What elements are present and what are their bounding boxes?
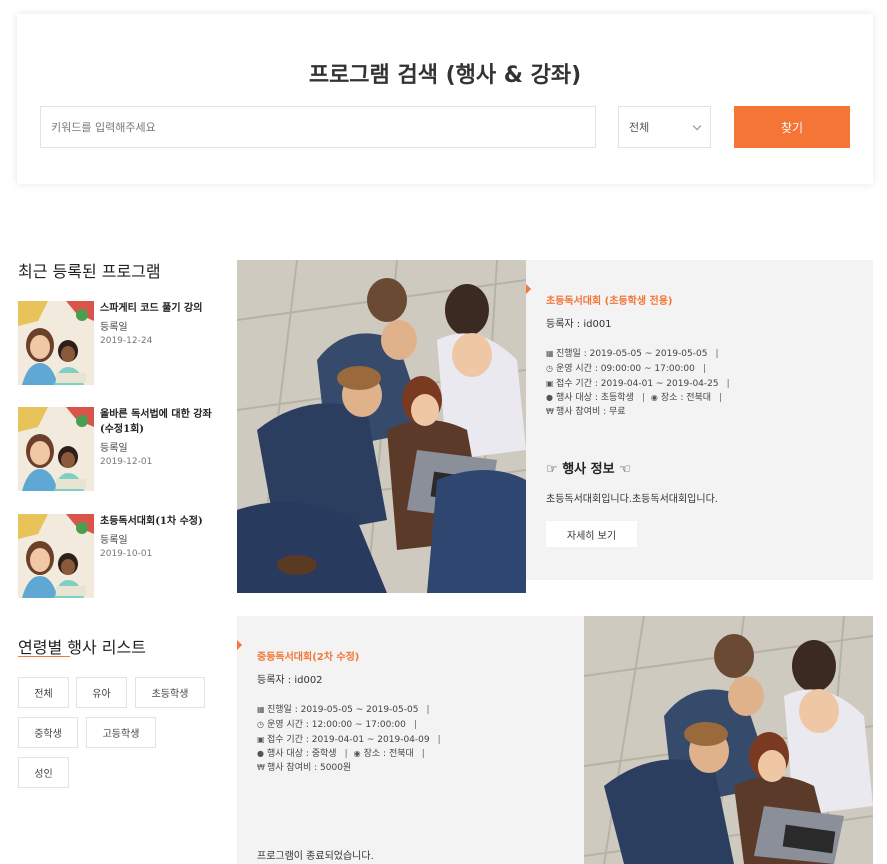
recent-program-item[interactable]: 초등독서대회(1차 수정) 등록일 2019-10-01 — [18, 514, 218, 598]
program-registrant: 등록자 : id002 — [257, 675, 323, 686]
won-icon: ₩ — [257, 763, 265, 772]
category-select[interactable]: 전체 — [618, 106, 711, 148]
program-reception-line: ▣ 접수 기간 : 2019-04-01 ~ 2019-04-09 | — [257, 735, 441, 745]
title-underline — [18, 656, 70, 657]
recent-program-thumbnail — [18, 514, 94, 598]
calendar-check-icon: ▣ — [257, 735, 265, 744]
map-marker-icon: ◉ — [650, 393, 658, 402]
caret-right-icon — [526, 284, 531, 294]
hand-point-left-icon: ☜ — [619, 462, 631, 477]
recent-program-date-label: 등록일 — [100, 535, 128, 546]
age-list-title: 연령별 행사 리스트 — [18, 638, 146, 657]
search-title: 프로그램 검색 (행사 & 강좌) — [308, 63, 582, 88]
program-name[interactable]: 중등독서대회(2차 수정) — [257, 648, 359, 663]
recent-program-date: 2019-10-01 — [100, 549, 153, 559]
calendar-icon: ▦ — [257, 705, 265, 714]
program-period: 진행일 : 2019-05-05 ~ 2019-05-05 — [267, 705, 419, 715]
recent-program-date: 2019-12-01 — [100, 457, 153, 467]
age-filter-high[interactable]: 고등학생 — [86, 717, 156, 748]
hand-point-right-icon: ☞ — [546, 462, 558, 477]
age-filter-toddler[interactable]: 유아 — [76, 677, 127, 708]
program-fee: 행사 참여비 : 5000원 — [267, 763, 352, 773]
recent-program-thumbnail — [18, 301, 94, 385]
view-details-button[interactable]: 자세히 보기 — [546, 521, 637, 547]
recent-program-thumbnail — [18, 407, 94, 491]
recent-program-name: 초등독서대회(1차 수정) — [100, 516, 203, 527]
recent-program-date-label: 등록일 — [100, 322, 128, 333]
program-name[interactable]: 초등독서대회 (초등학생 전용) — [546, 292, 673, 307]
calendar-check-icon: ▣ — [546, 379, 554, 388]
program-place: 장소 : 전북대 — [660, 393, 712, 403]
age-filter-all[interactable]: 전체 — [18, 677, 69, 708]
program-hours-line: ◷ 운영 시간 : 09:00:00 ~ 17:00:00 | — [546, 364, 706, 374]
recent-programs-title: 최근 등록된 프로그램 — [18, 262, 161, 281]
calendar-icon: ▦ — [546, 349, 554, 358]
user-icon: ● — [546, 393, 553, 402]
program-reception: 접수 기간 : 2019-04-01 ~ 2019-04-09 — [267, 735, 430, 745]
recent-program-item[interactable]: 스파게티 코드 풀기 강의 등록일 2019-12-24 — [18, 301, 218, 385]
clock-icon: ◷ — [257, 720, 264, 729]
program-period-line: ▦ 진행일 : 2019-05-05 ~ 2019-05-05 | — [546, 349, 719, 359]
won-icon: ₩ — [546, 407, 554, 416]
search-button[interactable]: 찾기 — [734, 106, 850, 148]
program-fee-line: ₩ 행사 참여비 : 무료 — [546, 404, 626, 417]
age-filter-adult[interactable]: 성인 — [18, 757, 69, 788]
program-info-panel: 초등독서대회 (초등학생 전용) 등록자 : id001 ▦ 진행일 : 2019… — [526, 260, 873, 580]
program-reception: 접수 기간 : 2019-04-01 ~ 2019-04-25 — [556, 379, 719, 389]
event-info-heading: ☞ 행사 정보 ☜ — [546, 458, 631, 477]
age-filter-middle[interactable]: 중학생 — [18, 717, 78, 748]
program-fee-line: ₩ 행사 참여비 : 5000원 — [257, 760, 351, 773]
chevron-down-icon — [692, 121, 702, 130]
program-target-line: ● 행사 대상 : 중학생 | ◉ 장소 : 전북대 | — [257, 749, 425, 759]
recent-program-name: 스파게티 코드 풀기 강의 — [100, 303, 203, 314]
program-photo — [584, 616, 873, 864]
program-hours: 운영 시간 : 09:00:00 ~ 17:00:00 — [556, 364, 695, 374]
program-status: 프로그램이 종료되었습니다. — [257, 851, 374, 862]
program-info-panel: 중등독서대회(2차 수정) 등록자 : id002 ▦ 진행일 : 2019-05… — [237, 616, 584, 864]
map-marker-icon: ◉ — [353, 749, 361, 758]
clock-icon: ◷ — [546, 364, 553, 373]
program-place: 장소 : 전북대 — [363, 749, 414, 759]
recent-program-name: 올바른 독서법에 대한 강좌 (수정1회) — [100, 409, 212, 435]
program-hours-line: ◷ 운영 시간 : 12:00:00 ~ 17:00:00 | — [257, 720, 417, 730]
program-period-line: ▦ 진행일 : 2019-05-05 ~ 2019-05-05 | — [257, 705, 430, 715]
user-icon: ● — [257, 749, 264, 758]
program-registrant: 등록자 : id001 — [546, 319, 612, 330]
recent-program-date: 2019-12-24 — [100, 336, 153, 346]
event-info-title: 행사 정보 — [562, 462, 615, 477]
program-target-line: ● 행사 대상 : 초등학생 | ◉ 장소 : 전북대 | — [546, 393, 723, 403]
program-target: 행사 대상 : 초등학생 — [556, 393, 634, 403]
age-filter-elementary[interactable]: 초등학생 — [135, 677, 205, 708]
caret-right-icon — [237, 640, 242, 650]
category-select-value: 전체 — [629, 121, 650, 134]
program-reception-line: ▣ 접수 기간 : 2019-04-01 ~ 2019-04-25 | — [546, 379, 730, 389]
search-panel: 프로그램 검색 (행사 & 강좌) 전체 찾기 — [17, 14, 873, 184]
keyword-input[interactable] — [40, 106, 596, 148]
program-fee: 행사 참여비 : 무료 — [556, 407, 626, 417]
program-hours: 운영 시간 : 12:00:00 ~ 17:00:00 — [267, 720, 406, 730]
recent-program-date-label: 등록일 — [100, 443, 128, 454]
recent-program-item[interactable]: 올바른 독서법에 대한 강좌 (수정1회) 등록일 2019-12-01 — [18, 407, 218, 491]
program-target: 행사 대상 : 중학생 — [267, 749, 337, 759]
event-description: 초등독서대회입니다.초등독서대회입니다. — [546, 494, 718, 505]
program-photo — [237, 260, 526, 593]
program-period: 진행일 : 2019-05-05 ~ 2019-05-05 — [556, 349, 708, 359]
